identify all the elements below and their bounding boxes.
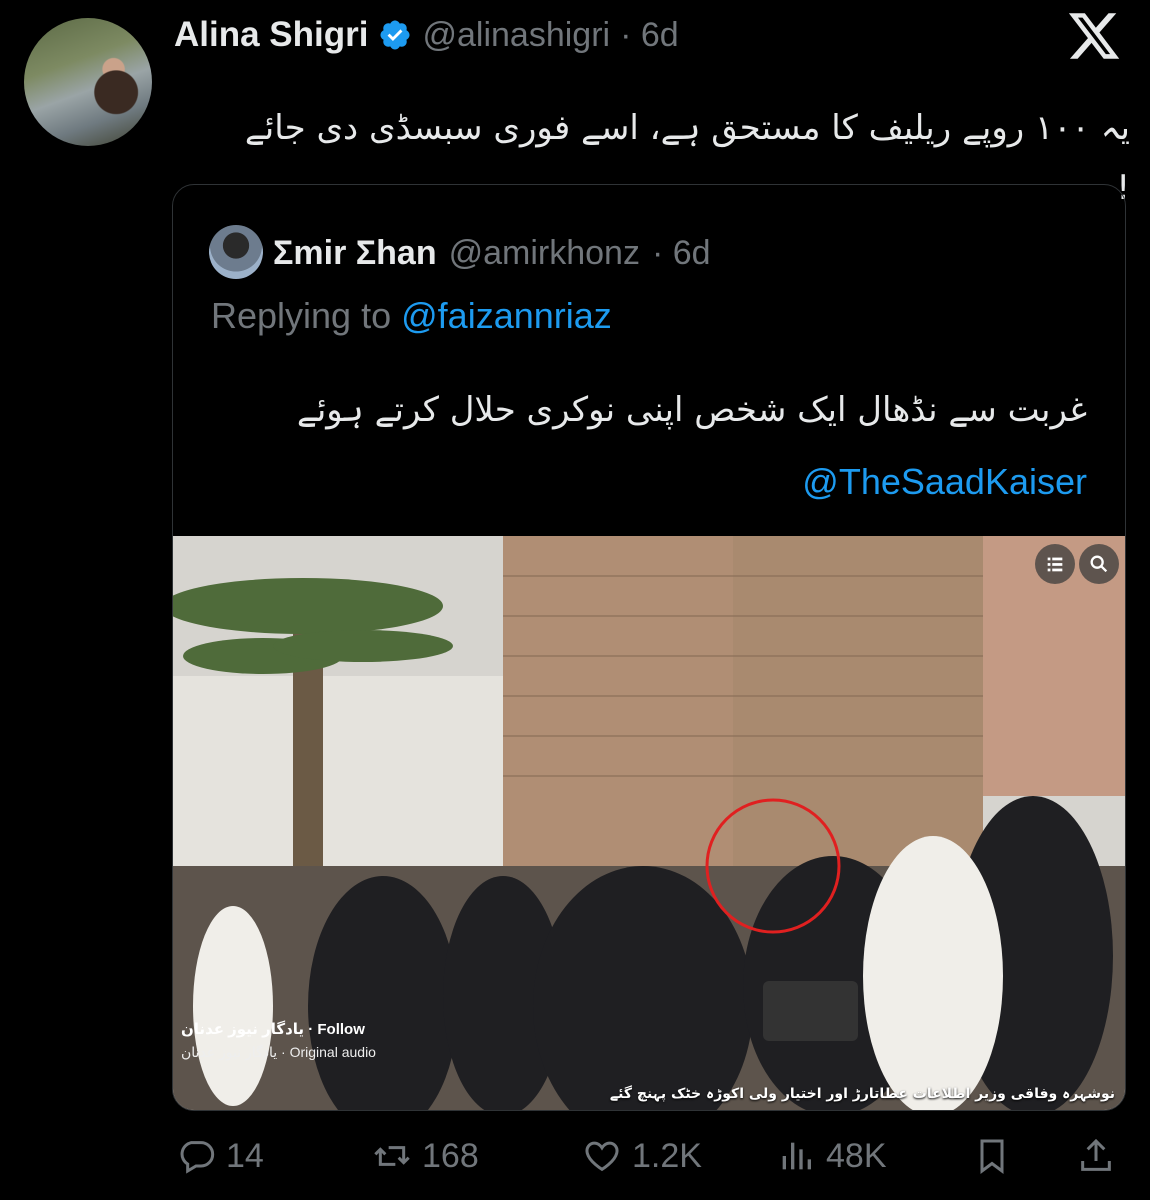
repost-button[interactable]: 168: [372, 1136, 479, 1176]
quoted-tweet[interactable]: Σmir Σhan @amirkhonz · 6d Replying to @f…: [172, 184, 1126, 1111]
quoted-tweet-text: غربت سے نڈھال ایک شخص اپنی نوکری حلال کر…: [296, 390, 1087, 430]
quoted-tweet-header: Σmir Σhan @amirkhonz · 6d: [273, 225, 711, 281]
replying-to-mention[interactable]: @faizannriaz: [401, 295, 612, 336]
media-overlay-audio: یادگار نیوز عدنان · Original audio: [181, 1044, 376, 1060]
replying-to-label: Replying to: [211, 295, 392, 336]
search-icon[interactable]: [1079, 544, 1119, 584]
share-icon: [1081, 1138, 1111, 1171]
author-handle[interactable]: @alinashigri: [422, 16, 610, 55]
share-button[interactable]: [1076, 1136, 1116, 1176]
list-icon[interactable]: [1035, 544, 1075, 584]
reply-button[interactable]: 14: [176, 1136, 264, 1176]
x-logo-icon: [1068, 13, 1120, 59]
reply-icon: [180, 1141, 215, 1174]
tweet-media-image[interactable]: یادگار نیوز عدنان · Follow یادگار نیوز ع…: [173, 536, 1125, 1110]
tweet-header: Alina Shigri @alinashigri · 6d: [174, 10, 679, 60]
media-overlay-caption: نوشہرہ وفاقی وزیر اطلاعات عطاتارڑ اور اخ…: [609, 1086, 1115, 1102]
repost-icon: [374, 1146, 410, 1166]
repost-count: 168: [422, 1136, 479, 1175]
quoted-author-handle[interactable]: @amirkhonz: [449, 234, 640, 273]
replying-to: Replying to @faizannriaz: [211, 295, 612, 337]
tweet-actions: 14 168 1.2K 48K: [172, 1136, 1124, 1186]
views-icon: [782, 1142, 811, 1170]
bookmark-button[interactable]: [972, 1136, 1012, 1176]
like-button[interactable]: 1.2K: [582, 1136, 702, 1176]
author-name[interactable]: Alina Shigri: [174, 15, 368, 55]
media-overlay-account[interactable]: یادگار نیوز عدنان · Follow: [181, 1020, 365, 1038]
media-overlay-account-name: یادگار نیوز عدنان: [181, 1021, 305, 1038]
tweet-time[interactable]: · 6d: [620, 16, 679, 55]
like-icon: [585, 1141, 619, 1172]
views-button[interactable]: 48K: [776, 1136, 887, 1176]
view-count: 48K: [826, 1136, 887, 1175]
quoted-tweet-mention[interactable]: @TheSaadKaiser: [802, 461, 1087, 503]
quoted-author-avatar[interactable]: [209, 225, 263, 279]
like-count: 1.2K: [632, 1136, 702, 1175]
bookmark-icon: [980, 1139, 1004, 1174]
media-follow-button[interactable]: · Follow: [308, 1021, 365, 1038]
quoted-tweet-time[interactable]: · 6d: [652, 234, 711, 273]
quoted-author-name[interactable]: Σmir Σhan: [273, 234, 437, 273]
reply-count: 14: [226, 1136, 264, 1175]
verified-badge-icon: [380, 20, 410, 50]
author-avatar[interactable]: [24, 18, 152, 146]
